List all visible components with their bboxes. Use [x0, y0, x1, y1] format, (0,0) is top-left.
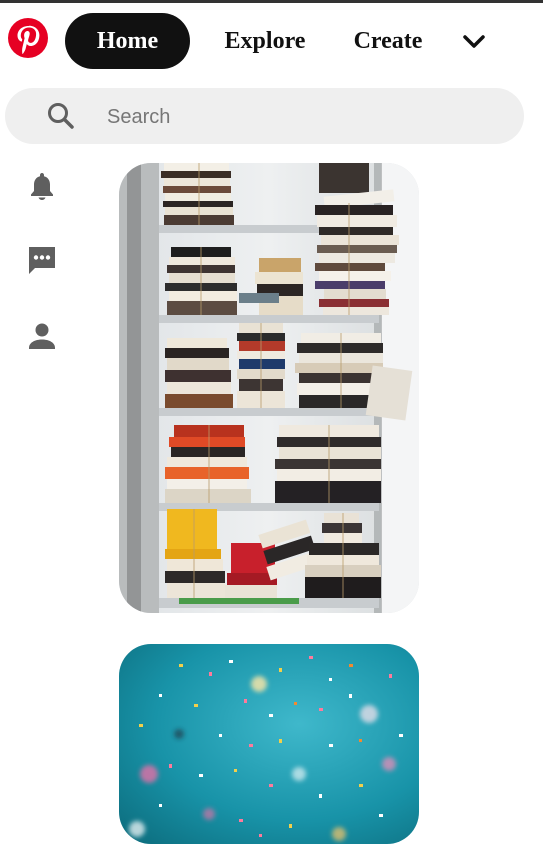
bell-icon[interactable] — [22, 166, 62, 206]
tab-create[interactable]: Create — [340, 13, 436, 69]
pinterest-logo-icon[interactable] — [8, 18, 48, 58]
chat-icon[interactable] — [22, 240, 62, 280]
chevron-down-icon[interactable] — [460, 28, 488, 56]
search-icon — [45, 100, 77, 132]
tab-home[interactable]: Home — [65, 13, 190, 69]
pin-image-confetti[interactable] — [119, 644, 419, 844]
pin-image-books[interactable] — [119, 163, 419, 613]
profile-icon[interactable] — [22, 316, 62, 356]
search-bar[interactable] — [5, 88, 524, 144]
search-input[interactable] — [105, 100, 509, 134]
top-border — [0, 0, 543, 3]
tab-explore[interactable]: Explore — [205, 13, 325, 69]
